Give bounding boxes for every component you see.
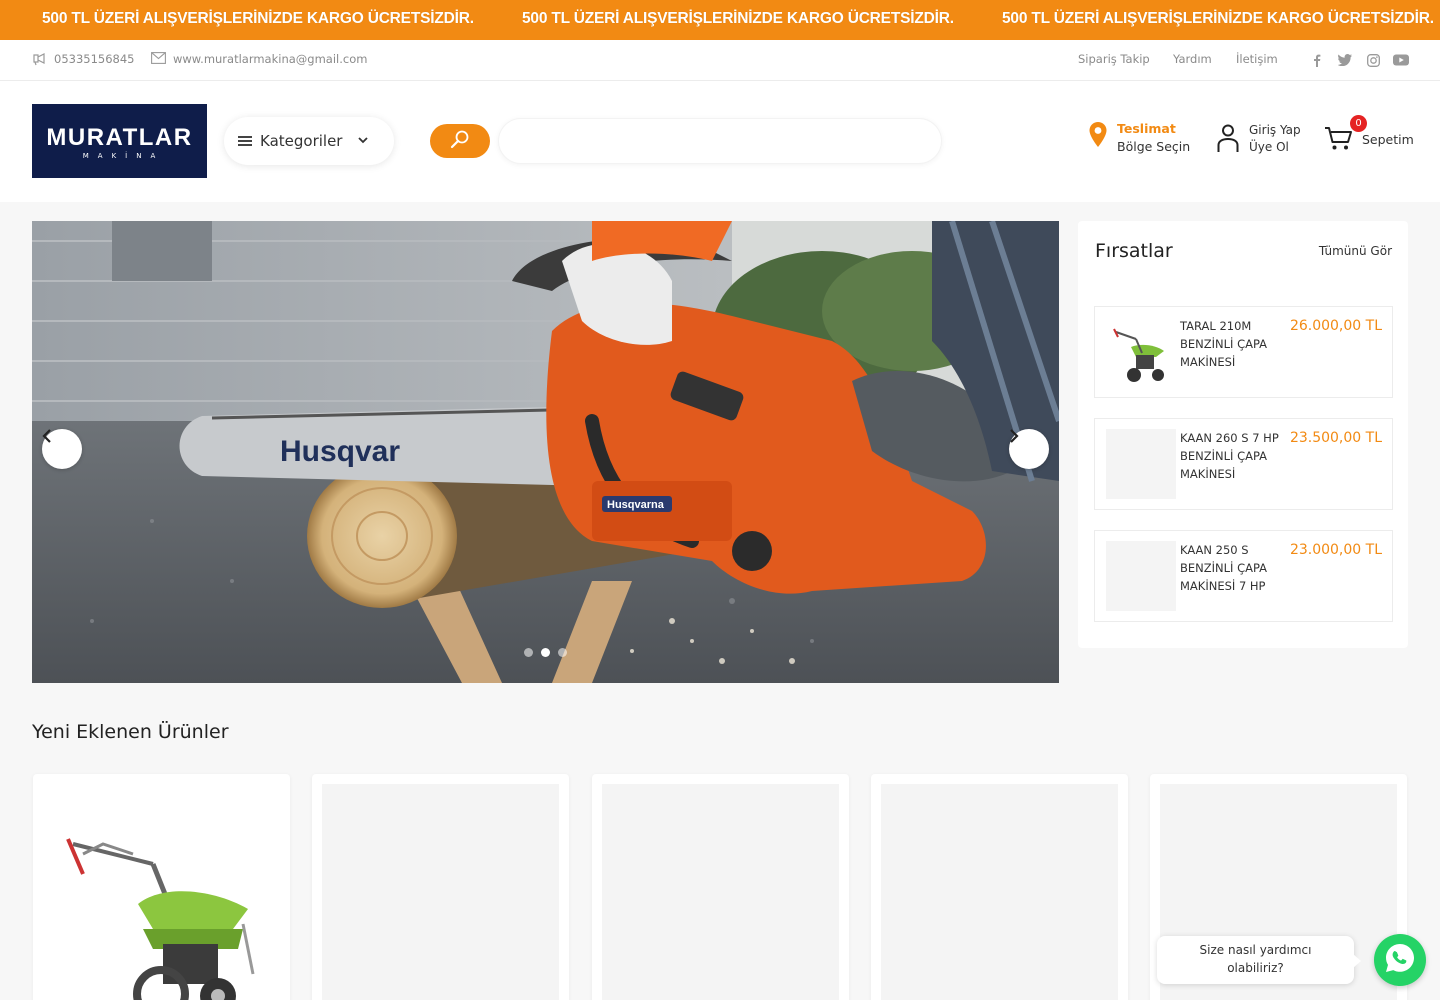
announcement-text: 500 TL ÜZERİ ALIŞVERİŞLERİNİZDE KARGO ÜC… [1002, 10, 1434, 27]
deal-item[interactable]: TARAL 210M BENZİNLİ ÇAPA MAKİNESİ 26.000… [1094, 306, 1393, 398]
product-image [1106, 317, 1176, 387]
slider-dot[interactable] [524, 648, 533, 657]
menu-icon [238, 136, 252, 146]
logo-sub-text: MAKİNA [82, 152, 165, 160]
phone-icon [32, 52, 48, 66]
chat-prompt-bubble[interactable]: Size nasıl yardımcı olabiliriz? [1157, 936, 1361, 984]
deal-name: KAAN 250 S BENZİNLİ ÇAPA MAKİNESİ 7 HP [1180, 543, 1268, 593]
slider-image: Husqvar Husqvarna [32, 221, 1059, 683]
help-link[interactable]: Yardım [1173, 52, 1212, 66]
search-input[interactable] [498, 118, 942, 164]
cart-label: Sepetim [1362, 131, 1414, 147]
phone-contact[interactable]: 05335156845 [32, 52, 134, 66]
order-tracking-link[interactable]: Sipariş Takip [1078, 52, 1150, 66]
delivery-region-selector[interactable]: Teslimat Bölge Seçin [1088, 121, 1190, 154]
social-links [1309, 52, 1409, 68]
product-card[interactable] [312, 774, 569, 1000]
top-info-bar: 05335156845 www.muratlarmakina@gmail.com… [0, 40, 1440, 81]
instagram-icon[interactable] [1365, 52, 1381, 68]
twitter-icon[interactable] [1337, 52, 1353, 68]
product-image [43, 784, 280, 1000]
user-icon [1216, 123, 1240, 156]
register-link[interactable]: Üye Ol [1249, 140, 1301, 154]
slider-dot[interactable] [558, 648, 567, 657]
site-logo[interactable]: MURATLAR MAKİNA [32, 104, 207, 178]
see-all-link[interactable]: Tümünü Gör [1319, 244, 1392, 258]
phone-number: 05335156845 [54, 52, 135, 66]
cart-button[interactable]: 0 Sepetim [1324, 115, 1414, 152]
hero-slider[interactable]: Husqvar Husqvarna [32, 221, 1059, 683]
slider-prev-button[interactable] [42, 429, 82, 469]
delivery-title: Teslimat [1117, 121, 1176, 136]
chevron-down-icon [358, 136, 369, 147]
deal-name: TARAL 210M BENZİNLİ ÇAPA MAKİNESİ [1180, 319, 1268, 369]
announcement-text: 500 TL ÜZERİ ALIŞVERİŞLERİNİZDE KARGO ÜC… [522, 10, 954, 27]
product-card[interactable] [871, 774, 1128, 1000]
email-address: www.muratlarmakina@gmail.com [173, 52, 368, 66]
facebook-icon[interactable] [1309, 52, 1325, 68]
new-products-title: Yeni Eklenen Ürünler [32, 721, 229, 743]
product-image-placeholder [322, 784, 559, 1000]
announcement-text: 500 TL ÜZERİ ALIŞVERİŞLERİNİZDE KARGO ÜC… [42, 10, 474, 27]
search-button[interactable] [430, 124, 490, 158]
deal-price: 26.000,00 TL [1289, 318, 1382, 334]
categories-button[interactable]: Kategoriler [224, 117, 394, 165]
whatsapp-icon [1383, 941, 1417, 979]
deal-price: 23.500,00 TL [1289, 430, 1382, 446]
email-contact[interactable]: www.muratlarmakina@gmail.com [151, 52, 367, 66]
slider-dot-active[interactable] [541, 648, 550, 657]
product-image-placeholder [602, 784, 839, 1000]
product-image-placeholder [1106, 429, 1176, 499]
logo-main-text: MURATLAR [46, 124, 193, 151]
slider-dots [32, 648, 1059, 657]
location-pin-icon [1088, 121, 1108, 154]
product-card[interactable] [33, 774, 290, 1000]
contact-link[interactable]: İletişim [1236, 52, 1278, 66]
account-menu[interactable]: Giriş Yap Üye Ol [1216, 123, 1301, 156]
deal-price: 23.000,00 TL [1289, 542, 1382, 558]
svg-text:Husqvar: Husqvar [280, 435, 400, 468]
login-link[interactable]: Giriş Yap [1249, 123, 1301, 137]
deal-name: KAAN 260 S 7 HP BENZİNLİ ÇAPA MAKİNESİ [1180, 431, 1279, 481]
cart-count-badge: 0 [1350, 115, 1367, 132]
deals-panel: Fırsatlar Tümünü Gör TARAL 210M BENZİNLİ… [1078, 221, 1408, 648]
categories-label: Kategoriler [260, 132, 343, 150]
whatsapp-button[interactable] [1374, 934, 1426, 986]
youtube-icon[interactable] [1393, 52, 1409, 68]
delivery-subtitle: Bölge Seçin [1117, 139, 1191, 154]
chat-prompt-text: Size nasıl yardımcı olabiliriz? [1199, 943, 1312, 975]
announcement-bar: 500 TL ÜZERİ ALIŞVERİŞLERİNİZDE KARGO ÜC… [0, 0, 1440, 40]
cart-icon: 0 [1324, 115, 1367, 152]
svg-text:Husqvarna: Husqvarna [607, 499, 665, 511]
mail-icon [151, 52, 167, 66]
product-image-placeholder [1106, 541, 1176, 611]
deal-item[interactable]: KAAN 260 S 7 HP BENZİNLİ ÇAPA MAKİNESİ 2… [1094, 418, 1393, 510]
deal-item[interactable]: KAAN 250 S BENZİNLİ ÇAPA MAKİNESİ 7 HP 2… [1094, 530, 1393, 622]
product-image-placeholder [881, 784, 1118, 1000]
site-header: MURATLAR MAKİNA Kategoriler Teslimat Böl… [0, 81, 1440, 202]
deals-title: Fırsatlar [1095, 240, 1173, 262]
slider-next-button[interactable] [1009, 429, 1049, 469]
product-card[interactable] [592, 774, 849, 1000]
search-icon [450, 129, 470, 153]
